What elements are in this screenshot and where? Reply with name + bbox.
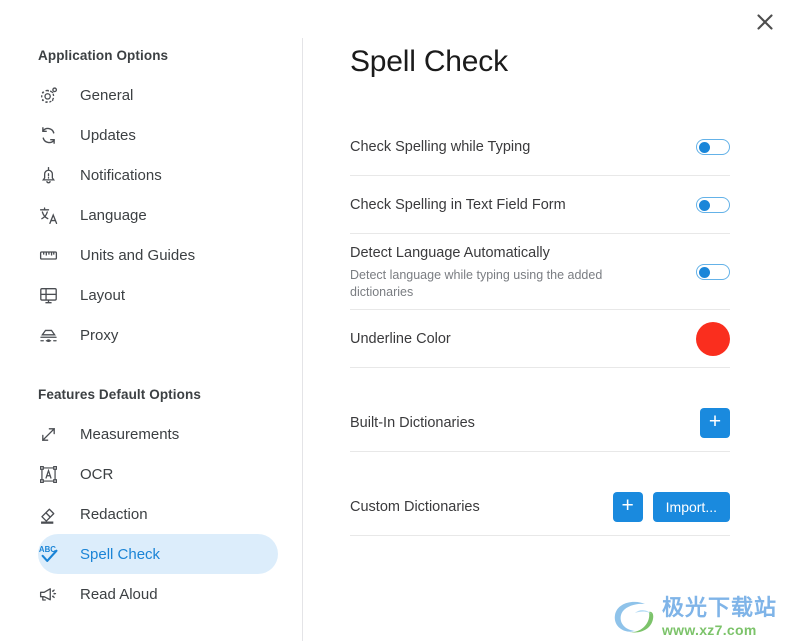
sidebar-item-ocr[interactable]: OCR — [38, 454, 278, 494]
setting-row-texts: Check Spelling in Text Field Form — [350, 195, 578, 215]
toggle-knob — [699, 141, 710, 153]
setting-row: Custom Dictionaries + Import... — [350, 478, 730, 536]
translate-icon — [38, 202, 68, 228]
sidebar-item-label: Updates — [80, 126, 136, 144]
sidebar-item-label: Spell Check — [80, 545, 161, 563]
sidebar-item-label: Units and Guides — [80, 246, 196, 264]
settings-rows: Check Spelling while Typing Check Spellin… — [350, 118, 730, 536]
sidebar-item-label: General — [80, 86, 134, 104]
sidebar-item-redaction[interactable]: Redaction — [38, 494, 278, 534]
sidebar-section-header: Application Options — [38, 48, 169, 63]
abc-check-icon: ABC — [38, 541, 68, 567]
ruler-icon — [38, 242, 68, 268]
sidebar-item-general[interactable]: General — [38, 75, 278, 115]
add-builtin-dictionary-button[interactable]: + — [700, 407, 730, 438]
sidebar-item-label: Proxy — [80, 326, 119, 344]
sidebar-item-label: Language — [80, 206, 147, 224]
sidebar-item-measurements[interactable]: Measurements — [38, 414, 278, 454]
setting-row-texts: Custom Dictionaries — [350, 497, 492, 517]
setting-label: Detect Language Automatically — [350, 244, 550, 261]
underline-color-swatch[interactable] — [696, 321, 730, 356]
toggle-knob — [699, 266, 710, 278]
add-custom-dictionary-button[interactable]: + — [612, 491, 643, 522]
button-group: + — [700, 407, 730, 438]
settings-sidebar: Application Options General Updates Notific… — [0, 0, 302, 641]
page-title: Spell Check — [350, 45, 508, 78]
setting-label: Built-In Dictionaries — [350, 414, 475, 431]
settings-window: Application Options General Updates Notific… — [0, 0, 787, 641]
sidebar-item-label: Redaction — [80, 505, 148, 523]
sidebar-item-proxy[interactable]: Proxy — [38, 315, 278, 355]
sidebar-item-units-and-guides[interactable]: Units and Guides — [38, 235, 278, 275]
sidebar-item-label: Measurements — [80, 425, 180, 443]
refresh-icon — [38, 122, 68, 148]
megaphone-icon — [38, 581, 68, 607]
setting-label: Custom Dictionaries — [350, 498, 480, 515]
setting-row-texts: Built-In Dictionaries — [350, 413, 487, 433]
sidebar-item-label: OCR — [80, 465, 114, 483]
toggle-switch[interactable] — [696, 138, 730, 155]
sidebar-item-spell-check[interactable]: ABC Spell Check — [38, 534, 278, 574]
setting-row: Check Spelling in Text Field Form — [350, 176, 730, 234]
sidebar-item-label: Notifications — [80, 166, 162, 184]
sidebar-item-layout[interactable]: Layout — [38, 275, 278, 315]
bell-alert-icon — [38, 162, 68, 188]
sidebar-item-updates[interactable]: Updates — [38, 115, 278, 155]
setting-row: Detect Language Automatically Detect lang… — [350, 234, 730, 310]
sidebar-item-notifications[interactable]: Notifications — [38, 155, 278, 195]
sidebar-item-language[interactable]: Language — [38, 195, 278, 235]
import-dictionary-button[interactable]: Import... — [652, 491, 730, 522]
sidebar-item-label: Read Aloud — [80, 585, 158, 603]
double-arrow-icon — [38, 421, 68, 447]
setting-row-texts: Detect Language Automatically Detect lang… — [350, 243, 652, 301]
setting-label: Check Spelling in Text Field Form — [350, 196, 566, 213]
setting-description: Detect language while typing using the a… — [350, 267, 603, 299]
button-group: + Import... — [612, 491, 730, 522]
monitor-layout-icon — [38, 282, 68, 308]
setting-row: Check Spelling while Typing — [350, 118, 730, 176]
proxy-icon — [38, 322, 68, 348]
text-box-icon — [38, 461, 68, 487]
setting-row-texts: Check Spelling while Typing — [350, 137, 542, 157]
sidebar-section-header: Features Default Options — [38, 387, 201, 402]
toggle-switch[interactable] — [696, 196, 730, 213]
toggle-switch[interactable] — [696, 263, 730, 280]
eraser-icon — [38, 501, 68, 527]
setting-row: Built-In Dictionaries + — [350, 394, 730, 452]
sidebar-item-read-aloud[interactable]: Read Aloud — [38, 574, 278, 614]
settings-content: Spell Check Check Spelling while Typing C… — [302, 0, 787, 641]
sidebar-item-label: Layout — [80, 286, 126, 304]
toggle-knob — [699, 199, 710, 211]
setting-label: Check Spelling while Typing — [350, 138, 531, 155]
gear-icon — [38, 82, 68, 108]
setting-label: Underline Color — [350, 330, 451, 347]
setting-row: Underline Color — [350, 310, 730, 368]
setting-row-texts: Underline Color — [350, 329, 463, 349]
